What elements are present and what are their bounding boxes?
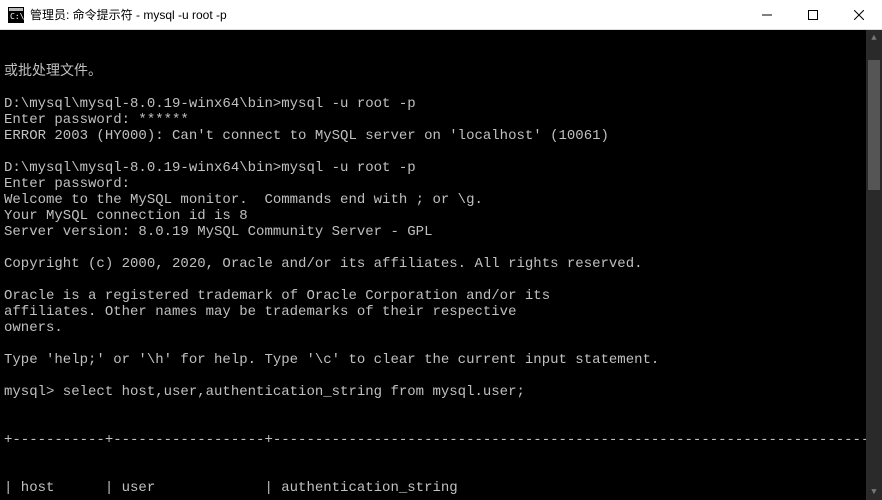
terminal-line [4,368,878,384]
terminal-line [4,240,878,256]
terminal-line: ERROR 2003 (HY000): Can't connect to MyS… [4,128,878,144]
terminal-line: mysql> select host,user,authentication_s… [4,384,878,400]
scroll-up-arrow[interactable]: ▲ [866,30,882,46]
window-titlebar: C:\ 管理员: 命令提示符 - mysql -u root -p [0,0,882,30]
terminal-line: 或批处理文件。 [4,64,878,80]
terminal-line: Type 'help;' or '\h' for help. Type '\c'… [4,352,878,368]
minimize-button[interactable] [744,0,790,29]
close-button[interactable] [836,0,882,29]
maximize-button[interactable] [790,0,836,29]
terminal-line: Welcome to the MySQL monitor. Commands e… [4,192,878,208]
terminal-line: Your MySQL connection id is 8 [4,208,878,224]
table-border: +-----------+------------------+--------… [4,432,878,448]
terminal-line: Oracle is a registered trademark of Orac… [4,288,878,304]
terminal-line: Enter password: [4,176,878,192]
table-header: | host | user | authentication_string | [4,480,878,496]
window-controls [744,0,882,29]
terminal-output[interactable]: 或批处理文件。 D:\mysql\mysql-8.0.19-winx64\bin… [0,30,882,500]
terminal-line: Enter password: ****** [4,112,878,128]
terminal-line [4,80,878,96]
scroll-down-arrow[interactable]: ▼ [866,484,882,500]
terminal-line [4,336,878,352]
terminal-line [4,144,878,160]
window-title: 管理员: 命令提示符 - mysql -u root -p [30,6,227,23]
vertical-scrollbar[interactable]: ▲ ▼ [866,30,882,500]
terminal-line: Copyright (c) 2000, 2020, Oracle and/or … [4,256,878,272]
terminal-line [4,272,878,288]
cmd-icon: C:\ [8,7,24,23]
terminal-line: owners. [4,320,878,336]
terminal-line: Server version: 8.0.19 MySQL Community S… [4,224,878,240]
terminal-line: affiliates. Other names may be trademark… [4,304,878,320]
svg-text:C:\: C:\ [10,12,24,21]
terminal-line: D:\mysql\mysql-8.0.19-winx64\bin>mysql -… [4,160,878,176]
terminal-line: D:\mysql\mysql-8.0.19-winx64\bin>mysql -… [4,96,878,112]
scroll-thumb[interactable] [868,60,880,190]
